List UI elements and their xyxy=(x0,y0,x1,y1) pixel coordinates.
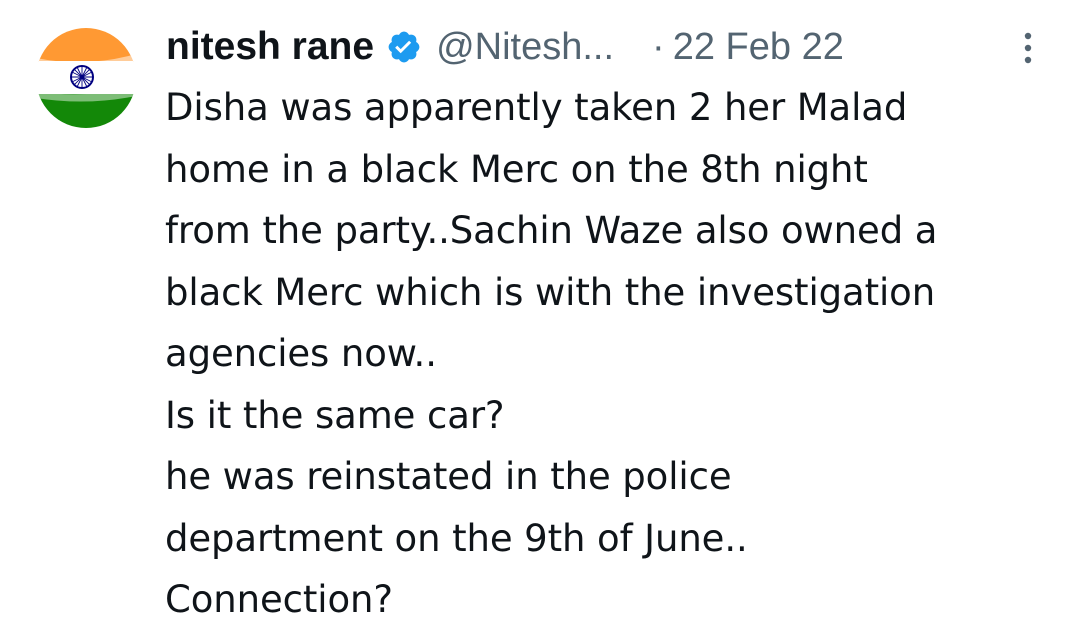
avatar[interactable] xyxy=(36,28,136,128)
more-vertical-icon[interactable] xyxy=(1008,28,1048,68)
tweet-text-line: black Merc which is with the investigati… xyxy=(165,270,936,314)
tweet-text-line: Connection? xyxy=(165,578,393,621)
tweet-text-line: home in a black Merc on the 8th night xyxy=(165,147,868,191)
separator-dot: · xyxy=(652,25,665,68)
author-handle[interactable]: @Nitesh... xyxy=(436,26,614,69)
tweet-text-line: Disha was apparently taken 2 her Malad xyxy=(165,86,908,129)
tweet-header: nitesh rane @Nitesh... · 22 Feb 22 xyxy=(166,22,844,72)
tweet-text: Disha was apparently taken 2 her Malad h… xyxy=(165,77,1065,624)
verified-badge-icon xyxy=(386,29,422,65)
indian-flag-avatar-icon xyxy=(36,28,136,128)
tweet-text-line: Is it the same car? xyxy=(165,393,505,437)
author-display-name[interactable]: nitesh rane xyxy=(166,25,374,69)
tweet-date[interactable]: 22 Feb 22 xyxy=(673,26,844,69)
tweet-text-line: from the party..Sachin Waze also owned a xyxy=(165,209,938,252)
tweet-text-line: agencies now.. xyxy=(165,332,437,375)
tweet-text-line: he was reinstated in the police xyxy=(165,455,732,498)
tweet-card[interactable]: nitesh rane @Nitesh... · 22 Feb 22 Disha… xyxy=(0,0,1080,624)
tweet-text-line: department on the 9th of June.. xyxy=(165,516,748,560)
